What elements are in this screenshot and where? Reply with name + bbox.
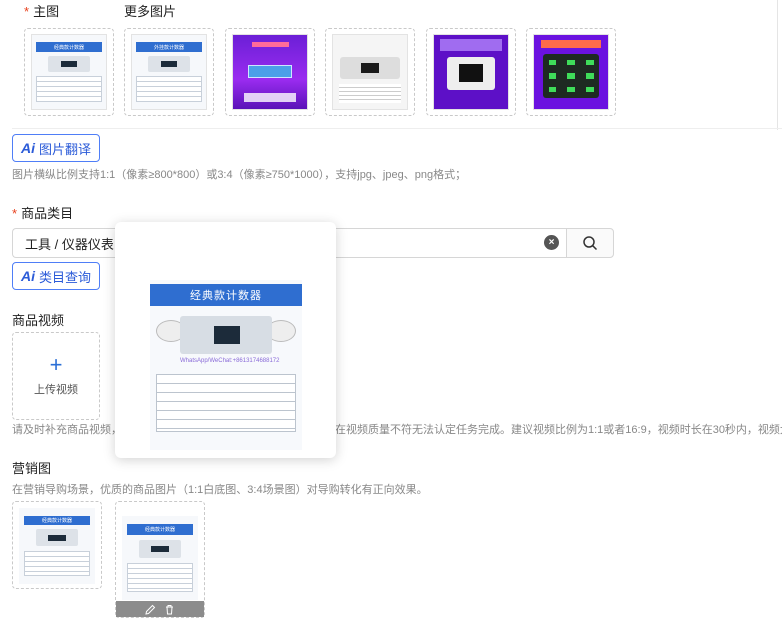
product-image-thumb[interactable]: 经典款计数器 [31,34,107,110]
more-images-label: 更多图片 [124,4,177,19]
marketing-image-slot-1[interactable]: 经典款计数器 [12,501,102,589]
marketing-image-title: 经典款计数器 [126,524,194,536]
more-image-slot-3[interactable] [325,28,415,116]
category-search-button[interactable] [566,228,614,258]
section-divider [777,0,778,130]
plus-icon: + [49,352,63,377]
section-rule [12,128,782,129]
search-icon [583,236,598,251]
video-hint-right: 在视频质量不符无法认定任务完成。建议视频比例为1:1或者16:9，视频时长在30… [335,424,782,436]
main-image-label: * 主图 [24,4,60,19]
product-image-thumb[interactable] [533,34,609,110]
marketing-image[interactable]: 经典款计数器 [19,508,95,584]
required-asterisk: * [12,206,18,221]
preview-watermark: WhatsApp/WeChat:+8613174688172 [180,358,280,364]
product-image-thumb[interactable] [232,34,308,110]
ai-icon: Ai [21,268,35,284]
upload-video-button[interactable]: + 上传视频 [12,332,100,420]
image-translate-label: 图片翻译 [39,141,92,157]
ai-icon: Ai [21,140,35,156]
category-query-label: 类目查询 [39,269,92,285]
image-translate-button[interactable]: Ai 图片翻译 [12,134,101,162]
category-label: * 商品类目 [12,206,74,221]
more-image-slot-5[interactable] [526,28,616,116]
required-asterisk: * [24,4,30,19]
thumb-title: 外挂款计数器 [136,42,202,52]
clear-circle-icon[interactable]: × [544,235,559,250]
video-label: 商品视频 [12,313,65,328]
marketing-image-slot-2[interactable]: 经典款计数器 [115,501,205,618]
pencil-icon[interactable] [145,604,156,615]
category-query-button[interactable]: Ai 类目查询 [12,262,101,290]
trash-icon[interactable] [164,604,175,615]
category-value: 工具 / 仪器仪表 [25,236,114,252]
more-image-slot-2[interactable] [225,28,315,116]
marketing-label: 营销图 [12,461,52,476]
marketing-image-title: 经典款计数器 [23,515,91,526]
image-hint: 图片横纵比例支持1:1（像素≥800*800）或3:4（像素≥750*1000）… [12,169,467,181]
more-image-slot-1[interactable]: 外挂款计数器 [124,28,214,116]
product-image-thumb[interactable] [433,34,509,110]
upload-video-label: 上传视频 [34,384,78,396]
image-preview-popover: 经典款计数器 WhatsApp/WeChat:+8613174688172 [115,222,336,458]
thumb-title: 经典款计数器 [36,42,102,52]
preview-image: 经典款计数器 WhatsApp/WeChat:+8613174688172 [150,280,302,450]
preview-title: 经典款计数器 [150,284,302,306]
main-image-slot[interactable]: 经典款计数器 [24,28,114,116]
marketing-image[interactable]: 经典款计数器 [122,516,198,600]
product-image-thumb[interactable] [332,34,408,110]
product-image-thumb[interactable]: 外挂款计数器 [131,34,207,110]
more-image-slot-4[interactable] [426,28,516,116]
marketing-hint: 在营销导购场景，优质的商品图片（1:1白底图、3:4场景图）对导购转化有正向效果… [12,484,428,496]
video-hint-left: 请及时补充商品视频， [12,424,122,436]
image-action-bar [116,601,204,617]
